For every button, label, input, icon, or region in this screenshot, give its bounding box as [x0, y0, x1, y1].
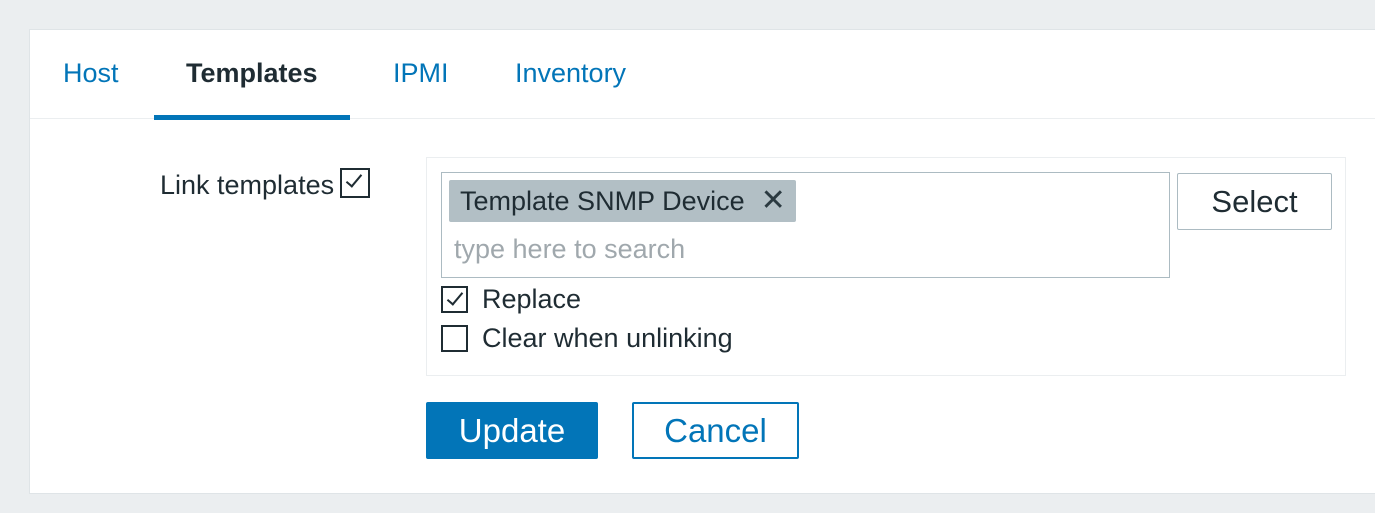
- selected-template-name: Template SNMP Device: [460, 185, 745, 216]
- link-templates-label: Link templates: [160, 170, 335, 200]
- tab-bar: Host Templates IPMI Inventory: [30, 30, 1375, 120]
- replace-checkbox[interactable]: [441, 286, 468, 313]
- templates-multiselect[interactable]: Template SNMP Device ✕: [441, 172, 1170, 278]
- template-search-input[interactable]: [454, 229, 1134, 269]
- link-templates-checkbox[interactable]: [340, 167, 371, 198]
- clear-when-unlinking-checkbox[interactable]: [441, 325, 468, 352]
- tab-templates[interactable]: Templates: [154, 30, 349, 120]
- close-icon[interactable]: ✕: [761, 186, 786, 216]
- cancel-button[interactable]: Cancel: [632, 402, 799, 459]
- selected-template-chip: Template SNMP Device ✕: [449, 180, 796, 222]
- clear-when-unlinking-option[interactable]: Clear when unlinking: [441, 323, 733, 354]
- host-mass-update-panel: Host Templates IPMI Inventory Link templ…: [29, 29, 1375, 494]
- tab-ipmi[interactable]: IPMI: [393, 30, 449, 119]
- select-templates-button[interactable]: Select: [1177, 173, 1332, 230]
- tab-inventory[interactable]: Inventory: [515, 30, 626, 119]
- update-button[interactable]: Update: [426, 402, 598, 459]
- replace-label: Replace: [482, 284, 582, 314]
- link-templates-field-label: Link templates: [160, 167, 371, 201]
- tab-host[interactable]: Host: [63, 30, 119, 119]
- clear-when-unlinking-label: Clear when unlinking: [482, 323, 733, 353]
- link-templates-group: Template SNMP Device ✕ Select Replace Cl…: [426, 157, 1346, 376]
- replace-option[interactable]: Replace: [441, 284, 581, 315]
